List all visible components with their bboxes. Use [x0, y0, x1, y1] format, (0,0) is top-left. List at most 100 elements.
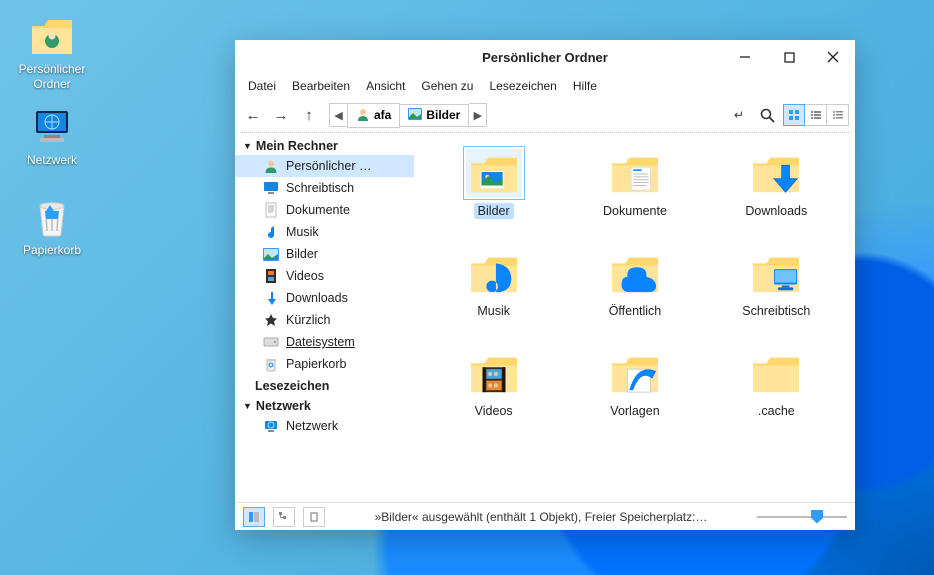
menu-gehen-zu[interactable]: Gehen zu: [414, 76, 480, 96]
toggle-path-button[interactable]: ↵: [727, 103, 751, 127]
view-list-button[interactable]: [805, 104, 827, 126]
home-folder-icon: [30, 14, 74, 58]
folder-schreibtisch[interactable]: Schreibtisch: [716, 249, 836, 319]
status-text: »Bilder« ausgewählt (enthält 1 Objekt), …: [333, 510, 749, 524]
sidebar-hide-button[interactable]: [303, 507, 325, 527]
path-segment-bilder[interactable]: Bilder: [400, 104, 469, 127]
path-segment-home[interactable]: afa: [347, 103, 400, 128]
user-icon: [263, 158, 279, 174]
pathbar: ◀ afa Bilder ▶: [329, 103, 487, 128]
sidebar-places-button[interactable]: [243, 507, 265, 527]
folder-dokumente[interactable]: Dokumente: [575, 149, 695, 219]
view-compact-button[interactable]: [827, 104, 849, 126]
sidebar-item-schreibtisch[interactable]: Schreibtisch: [235, 177, 414, 199]
menu-datei[interactable]: Datei: [241, 76, 283, 96]
folder-label: Vorlagen: [606, 403, 663, 419]
folder-downloads[interactable]: Downloads: [716, 149, 836, 219]
minimize-button[interactable]: [723, 40, 767, 74]
sidebar-group-header[interactable]: Lesezeichen: [235, 375, 414, 395]
recent-icon: [263, 312, 279, 328]
sidebar-item-pers-nlicher-[interactable]: Persönlicher …: [235, 155, 414, 177]
folder--cache[interactable]: .cache: [716, 349, 836, 419]
pictures-icon: [408, 108, 422, 123]
sidebar-item-label: Kürzlich: [286, 313, 330, 327]
sidebar-item-label: Persönlicher …: [286, 159, 371, 173]
toolbar: ← → ↑ ◀ afa Bilder ▶ ↵: [235, 98, 855, 132]
sidebar-item-label: Musik: [286, 225, 319, 239]
menu-ansicht[interactable]: Ansicht: [359, 76, 412, 96]
folder-vorlagen[interactable]: Vorlagen: [575, 349, 695, 419]
sidebar-item-videos[interactable]: Videos: [235, 265, 414, 287]
folder-label: Downloads: [741, 203, 811, 219]
path-next-button[interactable]: ▶: [469, 103, 487, 127]
sidebar-group-title: Netzwerk: [256, 399, 311, 413]
close-button[interactable]: [811, 40, 855, 74]
sidebar-item-label: Dokumente: [286, 203, 350, 217]
sidebar: ▼ Mein Rechner Persönlicher … Schreibtisch D…: [235, 133, 415, 502]
sidebar-item-k-rzlich[interactable]: Kürzlich: [235, 309, 414, 331]
folder-icon: [607, 349, 663, 397]
folder-videos[interactable]: Videos: [434, 349, 554, 419]
sidebar-item-dokumente[interactable]: Dokumente: [235, 199, 414, 221]
folder-icon: [748, 349, 804, 397]
back-button[interactable]: ←: [241, 103, 265, 127]
file-manager-window: Persönlicher Ordner Datei Bearbeiten Ans…: [235, 40, 855, 530]
folder-icon: [607, 249, 663, 297]
music-icon: [263, 224, 279, 240]
sidebar-group-header[interactable]: ▼ Netzwerk: [235, 395, 414, 415]
statusbar: »Bilder« ausgewählt (enthält 1 Objekt), …: [235, 502, 855, 530]
path-prev-button[interactable]: ◀: [329, 103, 347, 127]
user-icon: [356, 107, 370, 124]
network-icon: [30, 105, 74, 149]
chevron-down-icon: ▼: [243, 401, 252, 411]
folder-bilder[interactable]: Bilder: [434, 149, 554, 219]
pictures-icon: [263, 246, 279, 262]
sidebar-item-bilder[interactable]: Bilder: [235, 243, 414, 265]
desktop-icon-label: Netzwerk: [12, 153, 92, 168]
view-icons-button[interactable]: [783, 104, 805, 126]
content-area[interactable]: Bilder Dokumente Downloads Musik Öffentl…: [415, 133, 855, 502]
sidebar-item-label: Netzwerk: [286, 419, 338, 433]
titlebar[interactable]: Persönlicher Ordner: [235, 40, 855, 74]
sidebar-item-downloads[interactable]: Downloads: [235, 287, 414, 309]
trash-icon: [30, 195, 74, 239]
up-button[interactable]: ↑: [297, 103, 321, 127]
sidebar-item-netzwerk[interactable]: Netzwerk: [235, 415, 414, 437]
menu-lesezeichen[interactable]: Lesezeichen: [482, 76, 563, 96]
folder-icon: [466, 249, 522, 297]
sidebar-tree-button[interactable]: [273, 507, 295, 527]
maximize-button[interactable]: [767, 40, 811, 74]
path-label: Bilder: [426, 108, 460, 122]
downloads-icon: [263, 290, 279, 306]
folder--ffentlich[interactable]: Öffentlich: [575, 249, 695, 319]
folder-icon: [466, 149, 522, 197]
sidebar-item-papierkorb[interactable]: Papierkorb: [235, 353, 414, 375]
sidebar-group-title: Lesezeichen: [243, 379, 329, 393]
folder-icon: [466, 349, 522, 397]
folder-label: Bilder: [474, 203, 514, 219]
sidebar-group-header[interactable]: ▼ Mein Rechner: [235, 135, 414, 155]
chevron-down-icon: ▼: [243, 141, 252, 151]
sidebar-item-label: Dateisystem: [286, 335, 355, 349]
path-label: afa: [374, 108, 391, 122]
desktop-icon-home[interactable]: Persönlicher Ordner: [12, 14, 92, 92]
desktop-icon-label: Papierkorb: [12, 243, 92, 258]
folder-musik[interactable]: Musik: [434, 249, 554, 319]
sidebar-item-dateisystem[interactable]: Dateisystem: [235, 331, 414, 353]
desktop-icon-network[interactable]: Netzwerk: [12, 105, 92, 168]
view-toggle: [783, 104, 849, 126]
menu-hilfe[interactable]: Hilfe: [566, 76, 604, 96]
sidebar-item-label: Schreibtisch: [286, 181, 354, 195]
sidebar-item-label: Downloads: [286, 291, 348, 305]
zoom-slider[interactable]: [757, 514, 847, 520]
folder-icon: [748, 149, 804, 197]
desktop-icon-trash[interactable]: Papierkorb: [12, 195, 92, 258]
desktop-icon-label: Persönlicher Ordner: [12, 62, 92, 92]
forward-button[interactable]: →: [269, 103, 293, 127]
search-button[interactable]: [755, 103, 779, 127]
folder-icon: [607, 149, 663, 197]
menu-bearbeiten[interactable]: Bearbeiten: [285, 76, 357, 96]
sidebar-group-title: Mein Rechner: [256, 139, 338, 153]
sidebar-item-musik[interactable]: Musik: [235, 221, 414, 243]
window-title: Persönlicher Ordner: [482, 50, 608, 65]
